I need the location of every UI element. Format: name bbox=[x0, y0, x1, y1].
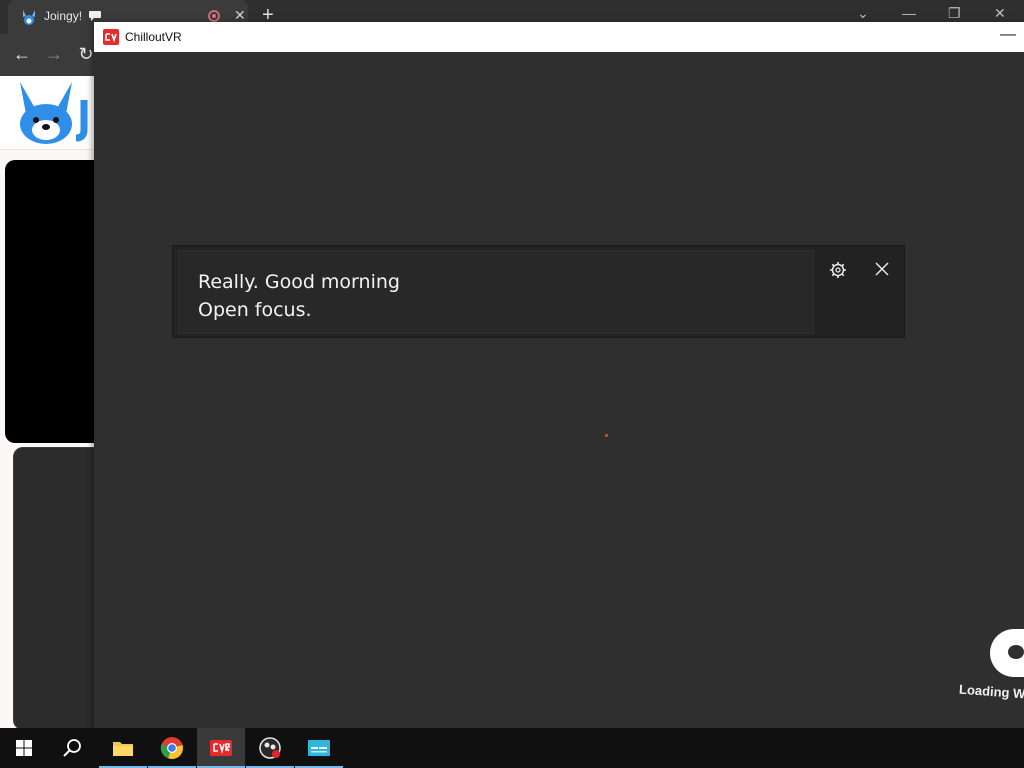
focus-notification: Really. Good morning Open focus. bbox=[172, 245, 905, 338]
close-icon[interactable] bbox=[872, 259, 892, 279]
notification-message: Open focus. bbox=[198, 299, 312, 321]
chat-bubble-icon bbox=[89, 11, 101, 21]
taskbar-obs[interactable] bbox=[246, 728, 294, 768]
notification-title: Really. Good morning bbox=[198, 271, 400, 293]
chilloutvr-app-icon bbox=[103, 29, 119, 45]
search-icon bbox=[63, 739, 81, 757]
game-viewport[interactable]: Really. Good morning Open focus. Loading… bbox=[94, 52, 1024, 728]
crosshair-dot bbox=[605, 434, 608, 437]
forward-arrow-icon[interactable]: → bbox=[44, 44, 64, 64]
chilloutvr-icon bbox=[210, 740, 232, 756]
taskbar bbox=[0, 728, 1024, 768]
back-arrow-icon[interactable]: ← bbox=[12, 44, 32, 64]
chilloutvr-titlebar[interactable]: ChilloutVR — bbox=[94, 22, 1024, 52]
window-minimize-button[interactable]: — bbox=[902, 5, 916, 21]
taskbar-app[interactable] bbox=[295, 728, 343, 768]
taskbar-chilloutvr[interactable] bbox=[197, 728, 245, 768]
desktop: Joingy! ✕ + ⌄ — ❐ ✕ ← → ↻ ChilloutVR — R… bbox=[0, 0, 1024, 768]
tab-title: Joingy! bbox=[44, 9, 83, 23]
window-restore-button[interactable]: ❐ bbox=[948, 5, 961, 22]
windows-logo-icon bbox=[16, 740, 32, 756]
chrome-icon bbox=[160, 737, 183, 760]
window-title: ChilloutVR bbox=[125, 30, 182, 44]
start-button[interactable] bbox=[0, 728, 48, 768]
minimize-button[interactable]: — bbox=[1000, 26, 1016, 44]
chilloutvr-window: ChilloutVR — Really. Good morning Open f… bbox=[94, 22, 1024, 728]
obs-icon bbox=[259, 737, 281, 759]
taskbar-chrome[interactable] bbox=[148, 728, 196, 768]
app-window-icon bbox=[308, 740, 330, 756]
taskbar-search-button[interactable] bbox=[48, 728, 96, 768]
gear-icon[interactable] bbox=[828, 260, 848, 280]
reload-icon[interactable]: ↻ bbox=[76, 44, 96, 64]
loading-text: Loading W bbox=[958, 681, 1024, 702]
window-close-button[interactable]: ✕ bbox=[994, 5, 1006, 22]
recording-indicator-icon bbox=[208, 10, 220, 22]
loading-logo-icon bbox=[990, 629, 1024, 677]
bunny-favicon-icon bbox=[23, 10, 35, 25]
joingy-bunny-logo-icon[interactable] bbox=[14, 80, 94, 146]
folder-icon bbox=[113, 742, 133, 756]
taskbar-file-explorer[interactable] bbox=[99, 728, 147, 768]
notification-body[interactable]: Really. Good morning Open focus. bbox=[178, 250, 814, 334]
tab-search-chevron-icon[interactable]: ⌄ bbox=[857, 5, 869, 22]
